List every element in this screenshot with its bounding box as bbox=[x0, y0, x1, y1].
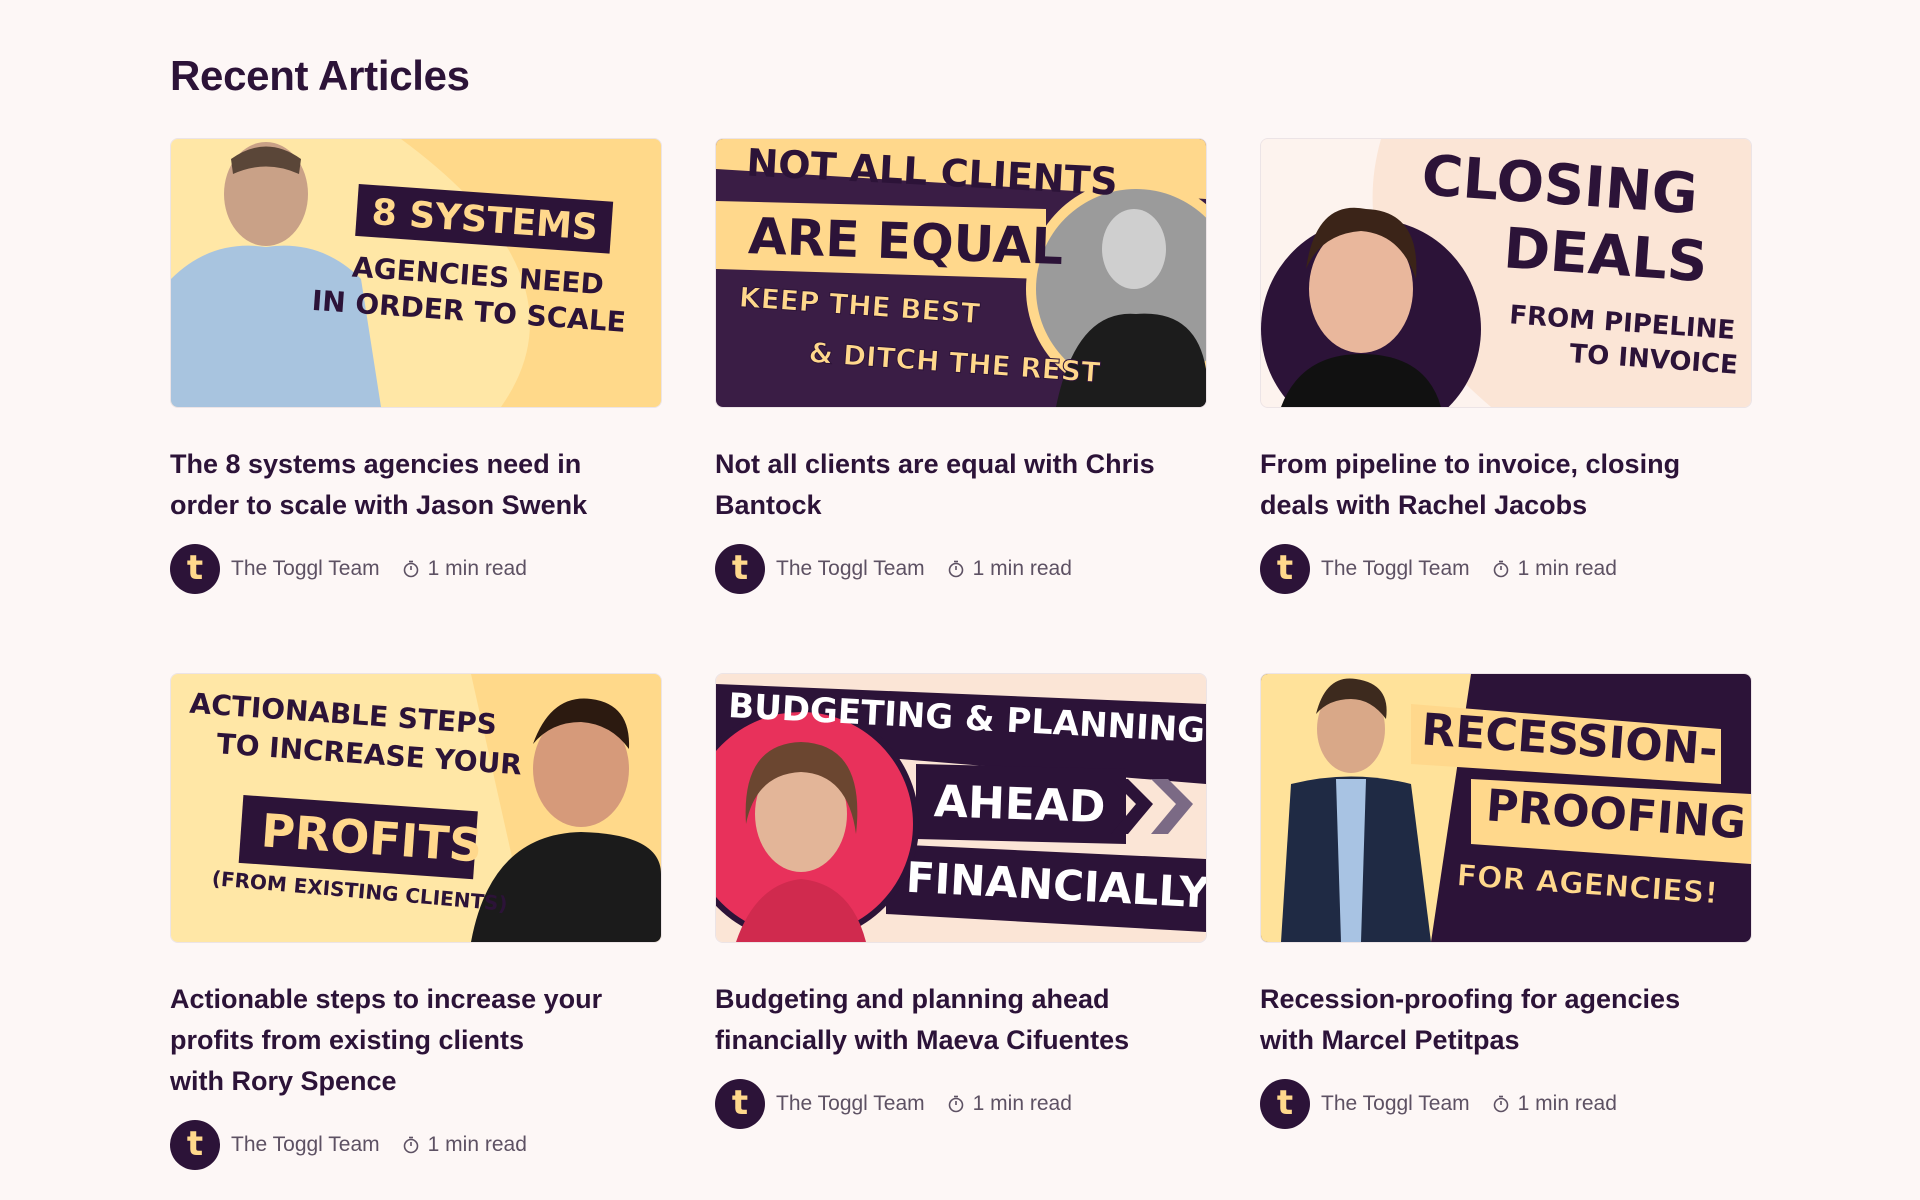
article-meta: t The Toggl Team 1 min read bbox=[1260, 1079, 1750, 1129]
author-name: The Toggl Team bbox=[231, 1133, 380, 1156]
article-thumbnail[interactable]: CLOSING DEALS FROM PIPELINE TO INVOICE bbox=[1260, 138, 1752, 408]
author-name: The Toggl Team bbox=[1321, 557, 1470, 580]
article-title-line[interactable]: The 8 systems agencies need in bbox=[170, 449, 581, 479]
read-time: 1 min read bbox=[972, 557, 1072, 580]
article-meta: t The Toggl Team 1 min read bbox=[715, 1079, 1205, 1129]
article-title-line[interactable]: Budgeting and planning ahead bbox=[715, 984, 1110, 1014]
toggl-logo-icon: t bbox=[1260, 1079, 1310, 1129]
article-meta: t The Toggl Team 1 min read bbox=[715, 544, 1205, 594]
thumbnail-graphic: BUDGETING & PLANNING AHEAD FINANCIALLY bbox=[716, 674, 1206, 942]
read-time: 1 min read bbox=[1517, 557, 1617, 580]
toggl-logo-icon: t bbox=[715, 544, 765, 594]
thumb-line-2: ARE EQUAL bbox=[747, 207, 1064, 276]
article-title-line[interactable]: Not all clients are equal with Chris bbox=[715, 449, 1155, 479]
article-title[interactable]: From pipeline to invoice, closing deals … bbox=[1260, 444, 1720, 526]
article-thumbnail[interactable]: ACTIONABLE STEPS TO INCREASE YOUR PROFIT… bbox=[170, 673, 662, 943]
read-time: 1 min read bbox=[972, 1092, 1072, 1115]
article-card[interactable]: ACTIONABLE STEPS TO INCREASE YOUR PROFIT… bbox=[170, 673, 662, 1170]
thumbnail-graphic: 8 SYSTEMS AGENCIES NEED IN ORDER TO SCAL… bbox=[171, 139, 661, 407]
article-meta: t The Toggl Team 1 min read bbox=[1260, 544, 1750, 594]
stopwatch-icon bbox=[948, 560, 963, 578]
article-title-line[interactable]: financially with Maeva Cifuentes bbox=[715, 1025, 1129, 1055]
article-title[interactable]: Not all clients are equal with Chris Ban… bbox=[715, 444, 1175, 526]
article-title[interactable]: Recession-proofing for agencies with Mar… bbox=[1260, 979, 1720, 1061]
toggl-logo-icon: t bbox=[170, 1120, 220, 1170]
stopwatch-icon bbox=[948, 1095, 963, 1113]
article-title[interactable]: Budgeting and planning ahead financially… bbox=[715, 979, 1175, 1061]
author-name: The Toggl Team bbox=[1321, 1092, 1470, 1115]
article-title-line[interactable]: deals with Rachel Jacobs bbox=[1260, 490, 1587, 520]
article-title-line[interactable]: Recession-proofing for agencies bbox=[1260, 984, 1680, 1014]
author-name: The Toggl Team bbox=[776, 1092, 925, 1115]
article-title-line[interactable]: Bantock bbox=[715, 490, 822, 520]
article-title-line[interactable]: Actionable steps to increase your bbox=[170, 984, 602, 1014]
article-thumbnail[interactable]: 8 SYSTEMS AGENCIES NEED IN ORDER TO SCAL… bbox=[170, 138, 662, 408]
toggl-logo-icon: t bbox=[1260, 544, 1310, 594]
article-thumbnail[interactable]: BUDGETING & PLANNING AHEAD FINANCIALLY bbox=[715, 673, 1207, 943]
thumbnail-graphic: CLOSING DEALS FROM PIPELINE TO INVOICE bbox=[1261, 139, 1751, 407]
article-card[interactable]: RECESSION- PROOFING FOR AGENCIES! Recess… bbox=[1260, 673, 1752, 1129]
article-meta: t The Toggl Team 1 min read bbox=[170, 1120, 660, 1170]
recent-articles-page: Recent Articles 8 SYSTEMS AGENCIES NEED … bbox=[0, 0, 1920, 1200]
article-title[interactable]: The 8 systems agencies need in order to … bbox=[170, 444, 630, 526]
stopwatch-icon bbox=[403, 1136, 418, 1154]
article-thumbnail[interactable]: NOT ALL CLIENTS ARE EQUAL KEEP THE BEST … bbox=[715, 138, 1207, 408]
article-title-line[interactable]: From pipeline to invoice, closing bbox=[1260, 449, 1680, 479]
article-card[interactable]: CLOSING DEALS FROM PIPELINE TO INVOICE F… bbox=[1260, 138, 1752, 594]
article-card[interactable]: 8 SYSTEMS AGENCIES NEED IN ORDER TO SCAL… bbox=[170, 138, 662, 594]
author-name: The Toggl Team bbox=[776, 557, 925, 580]
thumb-line-2: AHEAD bbox=[933, 776, 1106, 833]
article-title[interactable]: Actionable steps to increase your profit… bbox=[170, 979, 630, 1102]
article-title-line[interactable]: with Rory Spence bbox=[170, 1066, 397, 1096]
toggl-logo-icon: t bbox=[715, 1079, 765, 1129]
article-title-line[interactable]: order to scale with Jason Swenk bbox=[170, 490, 587, 520]
article-title-line[interactable]: profits from existing clients bbox=[170, 1025, 524, 1055]
article-card[interactable]: NOT ALL CLIENTS ARE EQUAL KEEP THE BEST … bbox=[715, 138, 1207, 594]
toggl-logo-icon: t bbox=[170, 544, 220, 594]
read-time: 1 min read bbox=[427, 557, 527, 580]
section-title: Recent Articles bbox=[170, 52, 470, 99]
article-card[interactable]: BUDGETING & PLANNING AHEAD FINANCIALLY B… bbox=[715, 673, 1207, 1129]
article-thumbnail[interactable]: RECESSION- PROOFING FOR AGENCIES! bbox=[1260, 673, 1752, 943]
stopwatch-icon bbox=[1493, 1095, 1508, 1113]
read-time: 1 min read bbox=[1517, 1092, 1617, 1115]
article-meta: t The Toggl Team 1 min read bbox=[170, 544, 660, 594]
thumbnail-graphic: NOT ALL CLIENTS ARE EQUAL KEEP THE BEST … bbox=[716, 139, 1206, 407]
author-name: The Toggl Team bbox=[231, 557, 380, 580]
read-time: 1 min read bbox=[427, 1133, 527, 1156]
thumbnail-graphic: ACTIONABLE STEPS TO INCREASE YOUR PROFIT… bbox=[171, 674, 661, 942]
article-title-line[interactable]: with Marcel Petitpas bbox=[1260, 1025, 1520, 1055]
thumbnail-graphic: RECESSION- PROOFING FOR AGENCIES! bbox=[1261, 674, 1751, 942]
stopwatch-icon bbox=[403, 560, 418, 578]
stopwatch-icon bbox=[1493, 560, 1508, 578]
